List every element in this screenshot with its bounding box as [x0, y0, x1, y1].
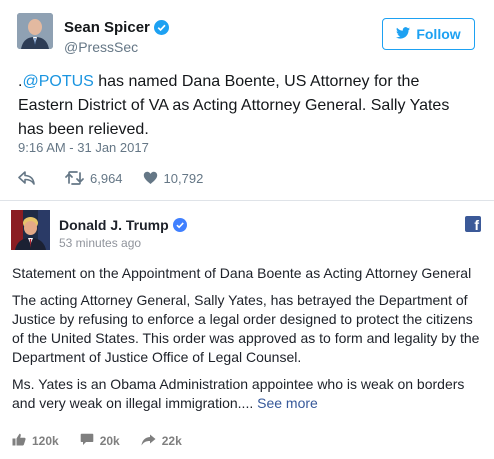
share-icon [141, 434, 156, 449]
tweet-timestamp[interactable]: 9:16 AM - 31 Jan 2017 [18, 140, 149, 155]
tweet-author-name[interactable]: Sean Spicer [64, 19, 169, 36]
facebook-reactions-bar: 120k 20k 22k [12, 433, 182, 449]
tweet-author-handle[interactable]: @PressSec [64, 39, 138, 55]
comment-icon [80, 433, 94, 449]
facebook-post-time[interactable]: 53 minutes ago [59, 236, 141, 250]
tweet-avatar[interactable] [17, 13, 53, 49]
twitter-bird-icon [396, 26, 411, 42]
thumbs-up-icon [12, 433, 26, 449]
share-stat[interactable]: 22k [141, 434, 182, 449]
retweet-button[interactable]: 6,964 [65, 171, 123, 186]
like-count: 120k [32, 434, 59, 448]
facebook-post-body: Statement on the Appointment of Dana Boe… [12, 264, 488, 421]
verified-badge-icon [153, 20, 169, 35]
tweet-card: Sean Spicer @PressSec Follow .@POTUS has… [0, 0, 494, 199]
reply-icon [18, 171, 35, 185]
retweet-icon [65, 171, 84, 185]
like-count: 10,792 [163, 170, 204, 186]
comment-count: 20k [99, 434, 120, 448]
follow-button[interactable]: Follow [382, 18, 475, 50]
facebook-author-name[interactable]: Donald J. Trump [59, 217, 188, 233]
reply-button[interactable] [18, 171, 35, 185]
post-paragraph-last: Ms. Yates is an Obama Administration app… [12, 375, 488, 413]
tweet-mention-link[interactable]: @POTUS [22, 73, 93, 90]
heart-icon [143, 171, 158, 185]
tweet-actions: 6,964 10,792 [18, 170, 203, 186]
tweet-text: .@POTUS has named Dana Boente, US Attorn… [18, 70, 478, 142]
comment-stat[interactable]: 20k [80, 433, 120, 449]
facebook-avatar[interactable] [11, 210, 50, 250]
post-paragraph: The acting Attorney General, Sally Yates… [12, 292, 480, 365]
see-more-link[interactable]: See more [257, 395, 318, 411]
like-button[interactable]: 10,792 [143, 170, 204, 186]
facebook-post-card: Donald J. Trump 53 minutes ago f Stateme… [0, 201, 494, 459]
facebook-author-name-text: Donald J. Trump [59, 217, 169, 233]
post-paragraph-text: Ms. Yates is an Obama Administration app… [12, 376, 465, 411]
follow-button-label: Follow [416, 26, 461, 42]
share-count: 22k [161, 434, 182, 448]
retweet-count: 6,964 [90, 170, 123, 186]
post-paragraph: Statement on the Appointment of Dana Boe… [12, 265, 472, 281]
facebook-logo-icon[interactable]: f [465, 216, 481, 232]
verified-badge-icon [172, 217, 188, 233]
tweet-author-name-text: Sean Spicer [64, 19, 150, 36]
like-stat[interactable]: 120k [12, 433, 59, 449]
